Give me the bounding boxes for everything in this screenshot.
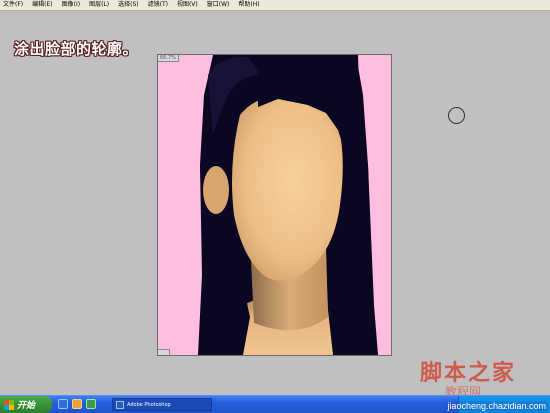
menu-layer[interactable]: 图层(L) xyxy=(89,0,109,10)
menu-window[interactable]: 窗口(W) xyxy=(207,0,230,10)
start-button[interactable]: 开始 xyxy=(0,396,52,413)
menu-file[interactable]: 文件(F) xyxy=(3,0,23,10)
ie-icon[interactable] xyxy=(58,399,68,409)
menu-edit[interactable]: 编辑(E) xyxy=(32,0,52,10)
status-box xyxy=(158,349,170,355)
start-label: 开始 xyxy=(17,401,36,411)
desktop-icon[interactable] xyxy=(86,399,96,409)
menu-bar: 文件(F) 编辑(E) 图像(I) 图层(L) 选择(S) 滤镜(T) 视图(V… xyxy=(0,0,550,11)
watermark-url: jiaocheng.chazidian.com xyxy=(445,401,548,411)
media-icon[interactable] xyxy=(72,399,82,409)
zoom-indicator: 66.7% xyxy=(158,55,179,62)
portrait-canvas[interactable] xyxy=(158,55,391,355)
menu-help[interactable]: 帮助(H) xyxy=(238,0,259,10)
menu-image[interactable]: 图像(I) xyxy=(62,0,80,10)
menu-view[interactable]: 视图(V) xyxy=(177,0,198,10)
photoshop-icon xyxy=(116,400,124,409)
tutorial-caption: 涂出脸部的轮廓。 xyxy=(14,40,139,58)
ear xyxy=(203,166,229,214)
photoshop-task-button[interactable]: Adobe Photoshop xyxy=(112,398,212,411)
photoshop-task-label: Adobe Photoshop xyxy=(127,401,171,408)
menu-select[interactable]: 选择(S) xyxy=(118,0,139,10)
quick-launch xyxy=(58,399,100,409)
document-window[interactable]: 66.7% xyxy=(157,54,392,356)
menu-filter[interactable]: 滤镜(T) xyxy=(148,0,168,10)
windows-logo-icon xyxy=(4,399,14,410)
circle-brush-cursor-icon xyxy=(448,107,465,124)
